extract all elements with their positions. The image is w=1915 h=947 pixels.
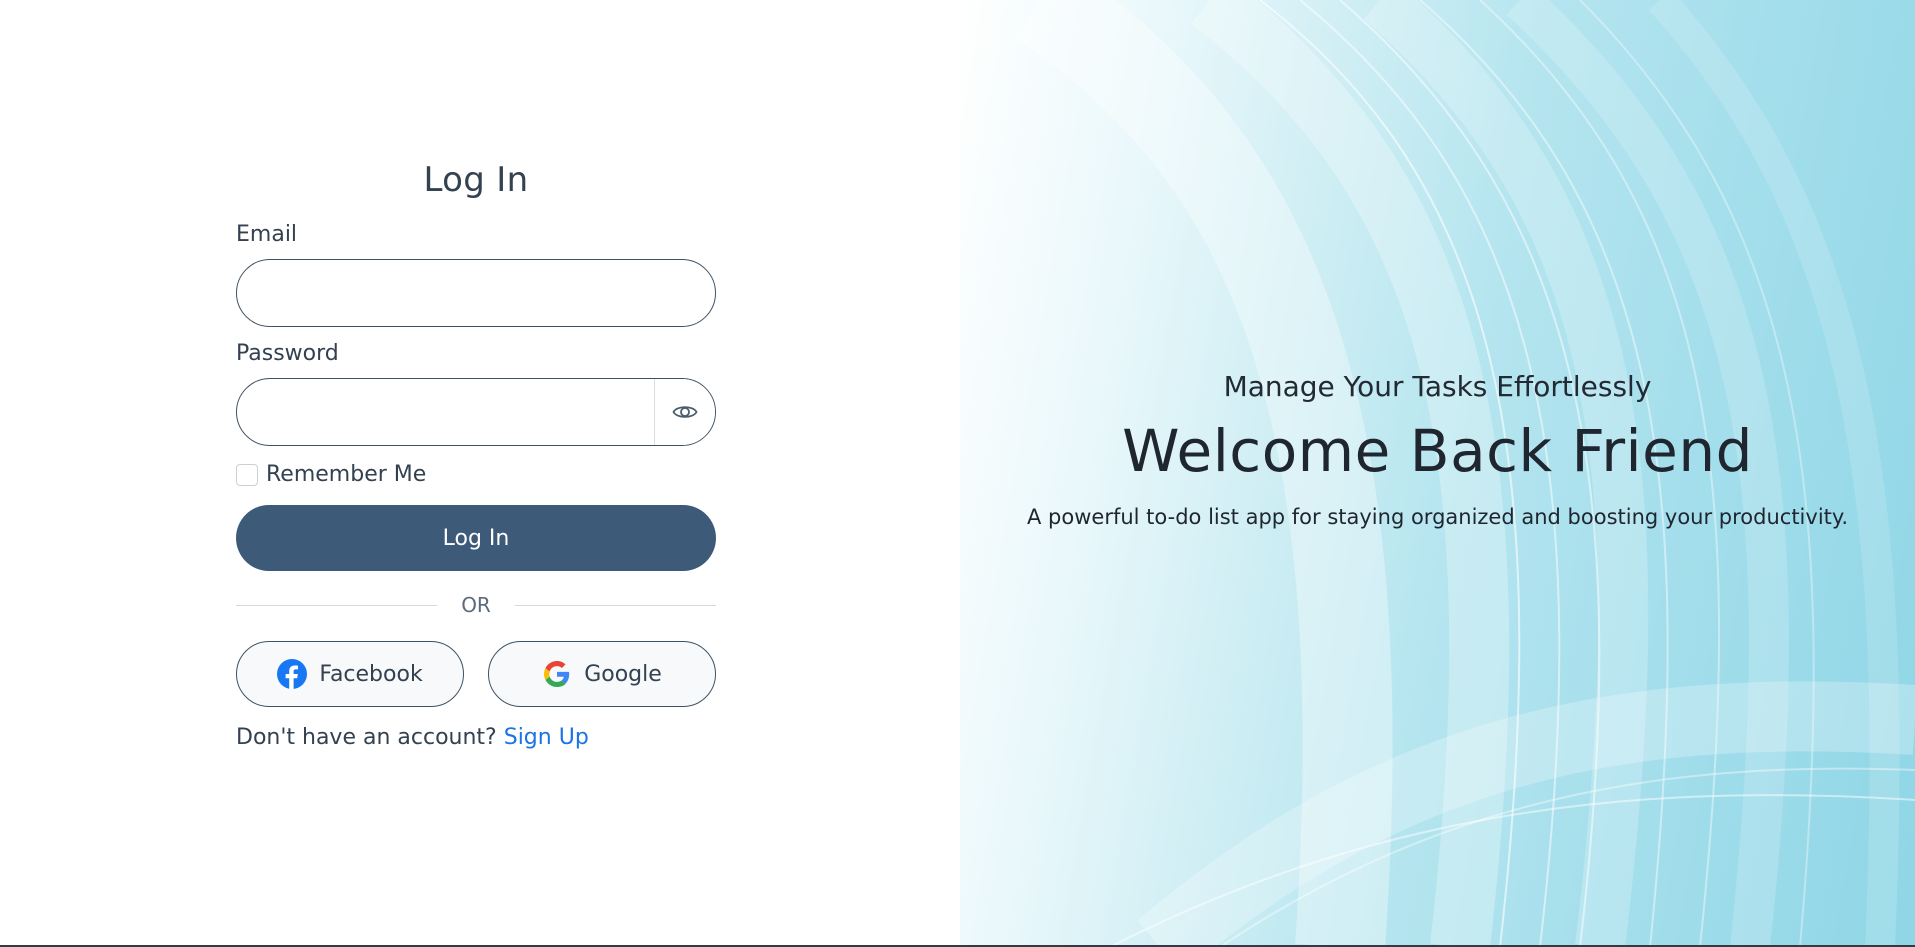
signup-link[interactable]: Sign Up — [504, 725, 589, 750]
facebook-login-button[interactable]: Facebook — [236, 641, 464, 707]
hero-panel: Manage Your Tasks Effortlessly Welcome B… — [960, 0, 1915, 947]
login-title: Log In — [423, 160, 529, 200]
google-login-button[interactable]: Google — [488, 641, 716, 707]
remember-me-row: Remember Me — [236, 462, 716, 487]
divider-text: OR — [461, 593, 491, 617]
hero-title: Welcome Back Friend — [1122, 417, 1753, 485]
eye-icon — [672, 406, 698, 418]
hero-subtitle: Manage Your Tasks Effortlessly — [1223, 370, 1652, 403]
google-icon — [542, 659, 572, 689]
social-login-row: Facebook Google — [236, 641, 716, 707]
divider-line-left — [236, 604, 438, 606]
hero-text: Manage Your Tasks Effortlessly Welcome B… — [960, 370, 1915, 529]
or-divider: OR — [236, 593, 717, 617]
facebook-icon — [277, 659, 308, 689]
remember-me-checkbox[interactable] — [236, 463, 258, 486]
email-label: Email — [236, 222, 298, 247]
divider-line-right — [514, 604, 717, 606]
password-field-wrap — [236, 378, 716, 446]
signup-prompt: Don't have an account? — [236, 725, 497, 750]
email-field-wrap — [236, 259, 716, 327]
password-label: Password — [236, 341, 339, 366]
remember-me-label[interactable]: Remember Me — [266, 462, 426, 487]
facebook-label: Facebook — [319, 661, 423, 687]
google-label: Google — [584, 661, 662, 687]
password-input[interactable] — [236, 378, 716, 446]
login-page: Log In Email Password Remember Me Log In… — [0, 0, 1915, 947]
login-form: Log In Email Password Remember Me Log In… — [236, 160, 717, 750]
signup-row: Don't have an account? Sign Up — [236, 725, 716, 750]
login-button[interactable]: Log In — [236, 505, 716, 571]
email-input[interactable] — [236, 259, 716, 327]
hero-description: A powerful to-do list app for staying or… — [1027, 505, 1848, 529]
